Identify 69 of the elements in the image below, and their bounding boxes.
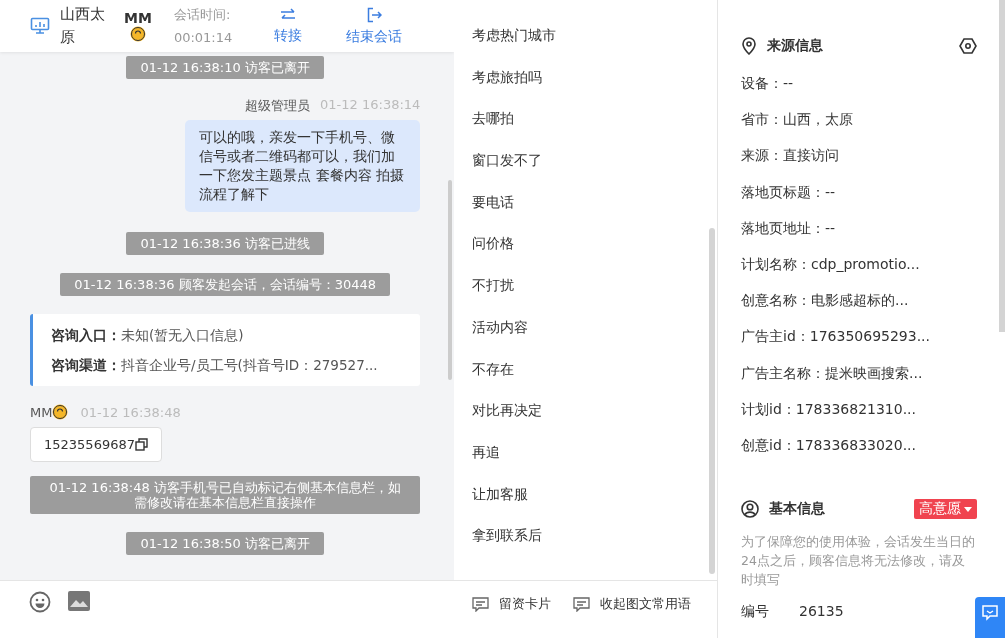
message-time: 01-12 16:38:48 bbox=[80, 404, 181, 420]
source-info-row-text: 落地页地址：-- bbox=[741, 218, 837, 238]
image-icon[interactable] bbox=[68, 591, 90, 611]
info-value: 未知(暂无入口信息) bbox=[121, 327, 244, 343]
source-info-row-text: 来源：直接访问 bbox=[741, 146, 840, 166]
transfer-button[interactable]: 转接 bbox=[273, 7, 302, 45]
sender-name: MM bbox=[30, 404, 53, 420]
quick-reply-item[interactable]: 去哪拍 bbox=[454, 98, 717, 141]
source-info-row-text: 广告主名称：提米映画搜索... bbox=[741, 363, 924, 383]
lead-card-button[interactable]: 留资卡片 bbox=[472, 591, 551, 617]
user-icon bbox=[741, 500, 759, 519]
emoji-icon[interactable] bbox=[29, 591, 51, 613]
sender-name: 超级管理员 bbox=[245, 97, 311, 115]
visitor-name: MM bbox=[124, 10, 152, 26]
quick-reply-item[interactable]: 考虑热门城市 bbox=[454, 15, 717, 57]
info-label: 咨询渠道： bbox=[51, 357, 121, 373]
system-message: 01-12 16:38:10 访客已离开 bbox=[126, 56, 324, 79]
quick-reply-item[interactable]: 要电话 bbox=[454, 181, 717, 224]
quick-reply-item[interactable]: 再追 bbox=[454, 431, 717, 474]
field-value: 26135 bbox=[799, 603, 844, 620]
quick-reply-item[interactable]: 活动内容 bbox=[454, 306, 717, 349]
face-icon bbox=[129, 26, 146, 42]
comment-icon bbox=[472, 596, 489, 612]
chat-float-button[interactable] bbox=[975, 597, 1005, 638]
quick-reply-item[interactable]: 问价格 bbox=[454, 223, 717, 266]
exit-icon bbox=[365, 6, 382, 23]
field-label: 编号 bbox=[741, 603, 770, 622]
swap-arrows-icon bbox=[279, 7, 296, 22]
end-session-button[interactable]: 结束会话 bbox=[345, 6, 402, 46]
message-time: 01-12 16:38:14 bbox=[320, 97, 421, 114]
system-message: 01-12 16:38:48 访客手机号已自动标记右侧基本信息栏，如需修改请在基本信息栏直接操作 bbox=[30, 476, 421, 514]
quick-reply-item[interactable]: 拿到联系后 bbox=[454, 515, 717, 557]
source-info-row-text: 省市：山西，太原 bbox=[741, 110, 854, 130]
quick-reply-item[interactable]: 对比再决定 bbox=[454, 390, 717, 432]
source-info-row-text: 广告主id：176350695293... bbox=[741, 327, 931, 347]
intent-dropdown[interactable]: 高意愿 bbox=[914, 499, 977, 520]
info-label: 咨询入口： bbox=[51, 327, 121, 343]
location-pin-icon bbox=[741, 37, 757, 55]
settings-icon[interactable] bbox=[959, 37, 977, 55]
source-info-row-text: 计划id：178336821310... bbox=[741, 399, 917, 419]
quick-reply-item[interactable]: 让加客服 bbox=[454, 473, 717, 516]
quick-reply-item[interactable]: 不存在 bbox=[454, 348, 717, 391]
quick-reply-item[interactable]: 窗口发不了 bbox=[454, 140, 717, 182]
quick-reply-item[interactable]: 考虑旅拍吗 bbox=[454, 56, 717, 99]
system-message: 01-12 16:38:36 顾客发起会话，会话编号：30448 bbox=[60, 273, 391, 296]
section-title: 来源信息 bbox=[767, 37, 823, 55]
source-info-row-text: 计划名称：cdp_promotio... bbox=[741, 255, 921, 274]
caret-icon bbox=[964, 506, 972, 512]
info-note: 为了保障您的使用体验，会话发生当日的24点之后，顾客信息将无法修改，请及时填写 bbox=[741, 533, 975, 590]
timer-label: 会话时间: bbox=[173, 6, 232, 24]
collapse-phrases-button[interactable]: 收起图文常用语 bbox=[573, 591, 691, 617]
quick-reply-item[interactable]: 不打扰 bbox=[454, 265, 717, 307]
system-message: 01-12 16:38:50 访客已离开 bbox=[126, 532, 324, 555]
chat-icon bbox=[982, 605, 998, 621]
source-info-row-text: 设备：-- bbox=[741, 74, 795, 93]
comment-icon bbox=[573, 596, 590, 612]
info-value: 抖音企业号/员工号(抖音号ID：279527... bbox=[121, 357, 378, 373]
copy-icon[interactable] bbox=[135, 438, 148, 451]
source-info-row-text: 落地页标题：-- bbox=[741, 182, 837, 202]
source-info-row-text: 创意id：178336833020... bbox=[741, 436, 917, 456]
monitor-icon bbox=[30, 17, 50, 35]
agent-message: 可以的哦，亲发一下手机号、微信号或者二维码都可以，我们加一下您发主题景点 套餐内容 拍摄流程了解下 bbox=[185, 120, 421, 212]
section-title: 基本信息 bbox=[769, 500, 825, 519]
visitor-message: 15235569687 bbox=[44, 437, 135, 452]
session-timer: 00:01:14 bbox=[173, 29, 234, 47]
face-icon bbox=[52, 404, 69, 420]
visitor-location: 山西太原 bbox=[60, 4, 106, 48]
system-message: 01-12 16:38:36 访客已进线 bbox=[126, 232, 324, 255]
source-info-row-text: 创意名称：电影感超标的... bbox=[741, 291, 910, 311]
